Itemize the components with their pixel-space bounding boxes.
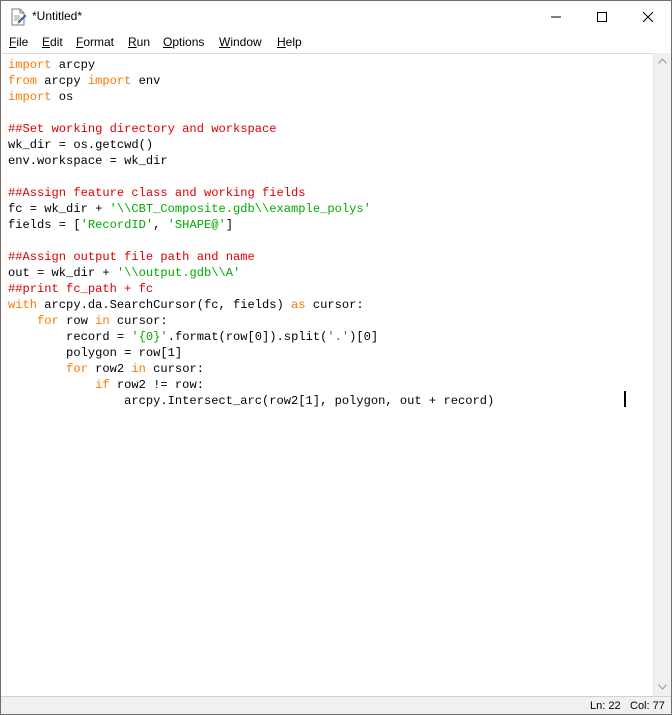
code-token: cursor: (145, 362, 204, 376)
close-button[interactable] (625, 1, 671, 33)
menu-options[interactable]: Options (163, 35, 204, 49)
menu-run[interactable]: Run (128, 35, 150, 49)
keyword-token: if (95, 378, 110, 392)
keyword-token: from (8, 74, 38, 88)
comment-token: ##print fc_path + fc (8, 282, 154, 296)
code-token: .format(row[0]).split( (167, 330, 328, 344)
code-line: for row in cursor: (8, 314, 168, 328)
code-line: import os (8, 90, 73, 104)
keyword-token: for (66, 362, 88, 376)
window-title: *Untitled* (32, 9, 83, 23)
comment-token: ##Assign feature class and working field… (8, 186, 306, 200)
menu-window[interactable]: Window (219, 35, 262, 49)
string-token: '\\output.gdb\\A' (116, 266, 241, 280)
chevron-down-icon (658, 684, 667, 690)
code-token: cursor: (305, 298, 364, 312)
code-token: polygon = row[1] (8, 346, 183, 360)
status-bar: Ln: 22 Col: 77 (1, 696, 671, 714)
idle-editor-window: *Untitled* File Edit Format Run Options … (0, 0, 672, 715)
code-line: import arcpy (8, 58, 95, 72)
keyword-token: as (291, 298, 306, 312)
vertical-scrollbar[interactable] (653, 53, 671, 696)
python-file-icon (9, 8, 27, 26)
code-token: wk_dir = os.getcwd() (8, 138, 154, 152)
code-token: , (153, 218, 168, 232)
code-line: ##Set working directory and workspace (8, 122, 277, 136)
menu-bar: File Edit Format Run Options Window Help (1, 33, 671, 53)
code-token: ] (225, 218, 233, 232)
string-token: '.' (327, 330, 350, 344)
code-line: arcpy.Intersect_arc(row2[1], polygon, ou… (8, 394, 494, 408)
code-line: polygon = row[1] (8, 346, 182, 360)
code-token: arcpy (37, 74, 88, 88)
code-line: from arcpy import env (8, 74, 160, 88)
keyword-token: import (8, 58, 52, 72)
code-token: row (58, 314, 96, 328)
code-line: wk_dir = os.getcwd() (8, 138, 153, 152)
keyword-token: in (95, 314, 110, 328)
code-token: )[0] (349, 330, 379, 344)
keyword-token: with (8, 298, 38, 312)
code-token: row2 (87, 362, 132, 376)
code-token: fields = [ (8, 218, 81, 232)
code-text[interactable]: import arcpy from arcpy import env impor… (8, 57, 494, 409)
code-token: arcpy.da.SearchCursor(fc, fields) (37, 298, 292, 312)
code-token: arcpy (51, 58, 96, 72)
maximize-icon (597, 12, 607, 22)
code-token: env.workspace = wk_dir (8, 154, 168, 168)
minimize-button[interactable] (533, 1, 579, 33)
code-line: ##Assign output file path and name (8, 250, 255, 264)
code-token: env (131, 74, 161, 88)
code-line: for row2 in cursor: (8, 362, 204, 376)
column-number-status: Col: 77 (630, 700, 665, 712)
string-token: '\\CBT_Composite.gdb\\example_polys' (109, 202, 371, 216)
scroll-up-button[interactable] (654, 53, 671, 70)
code-token: row2 != row: (109, 378, 204, 392)
code-line: out = wk_dir + '\\output.gdb\\A' (8, 266, 240, 280)
code-token: os (51, 90, 74, 104)
code-line: record = '{0}'.format(row[0]).split('.')… (8, 330, 378, 344)
scroll-down-button[interactable] (654, 679, 671, 696)
keyword-token: import (8, 90, 52, 104)
menu-edit[interactable]: Edit (42, 35, 63, 49)
text-cursor (624, 391, 626, 407)
code-line: ##Assign feature class and working field… (8, 186, 306, 200)
line-number-status: Ln: 22 (590, 700, 621, 712)
keyword-token: for (37, 314, 59, 328)
maximize-button[interactable] (579, 1, 625, 33)
code-line: fc = wk_dir + '\\CBT_Composite.gdb\\exam… (8, 202, 371, 216)
code-line: if row2 != row: (8, 378, 204, 392)
code-token: fc = wk_dir + (8, 202, 110, 216)
code-line: fields = ['RecordID', 'SHAPE@'] (8, 218, 233, 232)
code-token: arcpy.Intersect_arc(row2[1], polygon, ou… (8, 394, 495, 408)
title-bar[interactable]: *Untitled* (1, 1, 671, 33)
string-token: 'RecordID' (80, 218, 154, 232)
code-editor[interactable]: import arcpy from arcpy import env impor… (2, 53, 654, 697)
keyword-token: in (131, 362, 146, 376)
chevron-up-icon (658, 58, 667, 64)
comment-token: ##Set working directory and workspace (8, 122, 277, 136)
keyword-token: import (87, 74, 132, 88)
close-icon (643, 12, 653, 22)
menu-help[interactable]: Help (277, 35, 302, 49)
comment-token: ##Assign output file path and name (8, 250, 255, 264)
menu-file[interactable]: File (9, 35, 28, 49)
code-line: with arcpy.da.SearchCursor(fc, fields) a… (8, 298, 364, 312)
code-token: cursor: (109, 314, 168, 328)
string-token: '{0}' (131, 330, 168, 344)
menu-format[interactable]: Format (76, 35, 114, 49)
code-line: ##print fc_path + fc (8, 282, 153, 296)
code-token: record = (8, 330, 132, 344)
code-line: env.workspace = wk_dir (8, 154, 168, 168)
string-token: 'SHAPE@' (167, 218, 226, 232)
minimize-icon (551, 16, 561, 18)
code-token: out = wk_dir + (8, 266, 117, 280)
